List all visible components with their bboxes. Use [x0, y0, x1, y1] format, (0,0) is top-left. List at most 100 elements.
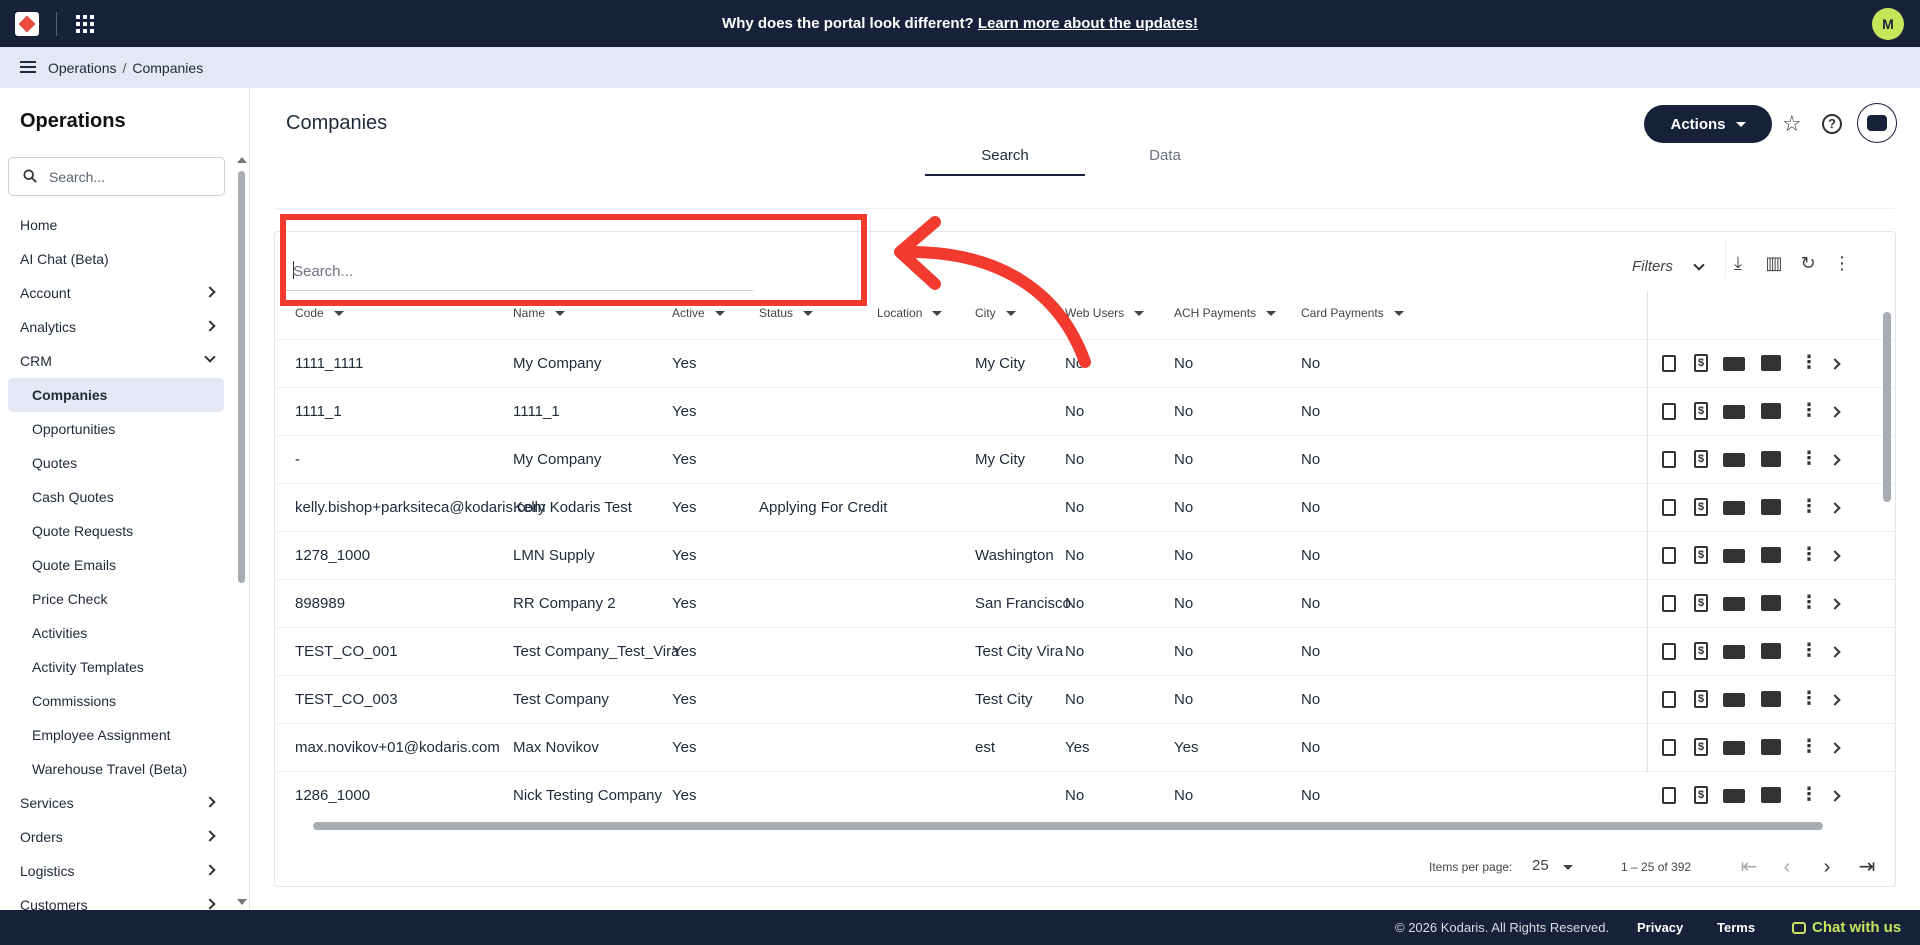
items-per-page-select[interactable]: 25 [1532, 857, 1573, 874]
sidebar-item-account[interactable]: Account [0, 276, 232, 310]
message-icon[interactable] [1761, 787, 1781, 803]
sort-arrow-icon[interactable] [1393, 311, 1404, 317]
chevron-right-icon[interactable] [1829, 694, 1841, 706]
sidebar-item-orders[interactable]: Orders [0, 820, 232, 854]
sort-arrow-icon[interactable] [1266, 311, 1277, 317]
chevron-right-icon[interactable] [1829, 646, 1841, 658]
sidebar-item-ai-chat-beta[interactable]: AI Chat (Beta) [0, 242, 232, 276]
sidebar-item-home[interactable]: Home [0, 208, 232, 242]
sidebar-item-customers[interactable]: Customers [0, 888, 232, 910]
sidebar-item-quote-requests[interactable]: Quote Requests [0, 514, 232, 548]
help-icon[interactable]: ? [1822, 114, 1842, 134]
table-row[interactable]: 1286_1000 Nick Testing Company Yes No No No $ ⋮ [275, 771, 1897, 819]
add-note-icon[interactable] [1662, 355, 1676, 372]
sort-arrow-icon[interactable] [1134, 311, 1145, 317]
invoice-dollar-icon[interactable]: $ [1694, 642, 1708, 660]
tab-search[interactable]: Search [925, 140, 1085, 176]
sidebar-item-crm[interactable]: CRM [0, 344, 232, 378]
breadcrumb-operations[interactable]: Operations [48, 60, 116, 76]
table-row[interactable]: 898989 RR Company 2 Yes San Francisco No No No… [275, 579, 1897, 627]
add-note-icon[interactable] [1662, 451, 1676, 468]
scroll-thumb[interactable] [313, 822, 1823, 830]
menu-icon[interactable] [20, 61, 36, 73]
message-icon[interactable] [1761, 355, 1781, 371]
table-horizontal-scrollbar[interactable] [295, 820, 1895, 830]
table-row[interactable]: max.novikov+01@kodaris.com Max Novikov Yes… [275, 723, 1897, 771]
table-row[interactable]: TEST_CO_003 Test Company Yes Test City No No N… [275, 675, 1897, 723]
user-avatar[interactable]: M [1872, 8, 1904, 40]
sidebar-scrollbar[interactable] [238, 171, 245, 583]
scroll-down-arrow[interactable] [237, 899, 247, 905]
chevron-right-icon[interactable] [1829, 502, 1841, 514]
invoice-dollar-icon[interactable]: $ [1694, 690, 1708, 708]
sort-arrow-icon[interactable] [555, 311, 566, 317]
shipping-truck-icon[interactable] [1723, 645, 1745, 659]
filters-dropdown[interactable]: Filters [1632, 258, 1673, 275]
invoice-dollar-icon[interactable]: $ [1694, 786, 1708, 804]
shipping-truck-icon[interactable] [1723, 405, 1745, 419]
message-icon[interactable] [1761, 547, 1781, 563]
message-icon[interactable] [1761, 595, 1781, 611]
add-note-icon[interactable] [1662, 739, 1676, 756]
table-row[interactable]: TEST_CO_001 Test Company_Test_Vira Yes Test… [275, 627, 1897, 675]
sidebar-item-quote-emails[interactable]: Quote Emails [0, 548, 232, 582]
table-row[interactable]: 1278_1000 LMN Supply Yes Washington No No No $ ⋮ [275, 531, 1897, 579]
sort-arrow-icon[interactable] [803, 311, 814, 317]
sort-arrow-icon[interactable] [714, 311, 725, 317]
more-vert-icon[interactable]: ⋮ [1799, 593, 1819, 613]
download-icon[interactable]: ⤓ [1727, 252, 1749, 274]
shipping-truck-icon[interactable] [1723, 693, 1745, 707]
invoice-dollar-icon[interactable]: $ [1694, 498, 1708, 516]
column-header-name[interactable]: Name [513, 306, 566, 320]
shipping-truck-icon[interactable] [1723, 789, 1745, 803]
message-icon[interactable] [1761, 451, 1781, 467]
add-note-icon[interactable] [1662, 787, 1676, 804]
message-icon[interactable] [1761, 499, 1781, 515]
chevron-right-icon[interactable] [1829, 406, 1841, 418]
announcement-link[interactable]: Learn more about the updates! [978, 15, 1198, 32]
shipping-truck-icon[interactable] [1723, 549, 1745, 563]
more-vert-icon[interactable]: ⋮ [1799, 497, 1819, 517]
terms-link[interactable]: Terms [1717, 920, 1755, 935]
sort-arrow-icon[interactable] [333, 311, 344, 317]
more-vert-icon[interactable]: ⋮ [1799, 401, 1819, 421]
column-header-active[interactable]: Active [672, 306, 725, 320]
sidebar-item-employee-assignment[interactable]: Employee Assignment [0, 718, 232, 752]
next-page-icon[interactable]: › [1817, 857, 1837, 878]
more-vert-icon[interactable]: ⋮ [1799, 449, 1819, 469]
sidebar-item-cash-quotes[interactable]: Cash Quotes [0, 480, 232, 514]
sidebar-item-quotes[interactable]: Quotes [0, 446, 232, 480]
add-note-icon[interactable] [1662, 403, 1676, 420]
table-vertical-scrollbar[interactable] [1883, 312, 1891, 502]
chevron-down-icon[interactable] [1693, 259, 1705, 271]
invoice-dollar-icon[interactable]: $ [1694, 594, 1708, 612]
chevron-right-icon[interactable] [1829, 790, 1841, 802]
shipping-truck-icon[interactable] [1723, 597, 1745, 611]
sidebar-item-commissions[interactable]: Commissions [0, 684, 232, 718]
more-vert-icon[interactable]: ⋮ [1799, 785, 1819, 805]
assistant-bot-icon[interactable] [1857, 103, 1897, 143]
last-page-icon[interactable]: ⇥ [1857, 857, 1877, 878]
invoice-dollar-icon[interactable]: $ [1694, 738, 1708, 756]
sidebar-item-opportunities[interactable]: Opportunities [0, 412, 232, 446]
privacy-link[interactable]: Privacy [1637, 920, 1683, 935]
more-vert-icon[interactable]: ⋮ [1799, 737, 1819, 757]
breadcrumb-companies[interactable]: Companies [132, 60, 203, 76]
shipping-truck-icon[interactable] [1723, 501, 1745, 515]
sidebar-item-activity-templates[interactable]: Activity Templates [0, 650, 232, 684]
message-icon[interactable] [1761, 403, 1781, 419]
columns-icon[interactable]: ▥ [1763, 252, 1785, 274]
more-vert-icon[interactable]: ⋮ [1799, 689, 1819, 709]
column-header-ach-payments[interactable]: ACH Payments [1174, 306, 1277, 320]
chat-with-us-button[interactable]: Chat with us [1792, 919, 1901, 936]
sidebar-item-companies[interactable]: Companies [8, 378, 224, 412]
sidebar-item-activities[interactable]: Activities [0, 616, 232, 650]
previous-page-icon[interactable]: ‹ [1777, 857, 1797, 878]
chevron-right-icon[interactable] [1829, 358, 1841, 370]
add-note-icon[interactable] [1662, 547, 1676, 564]
message-icon[interactable] [1761, 643, 1781, 659]
chevron-right-icon[interactable] [1829, 550, 1841, 562]
tab-data[interactable]: Data [1085, 140, 1245, 176]
more-vert-icon[interactable]: ⋮ [1799, 353, 1819, 373]
add-note-icon[interactable] [1662, 691, 1676, 708]
